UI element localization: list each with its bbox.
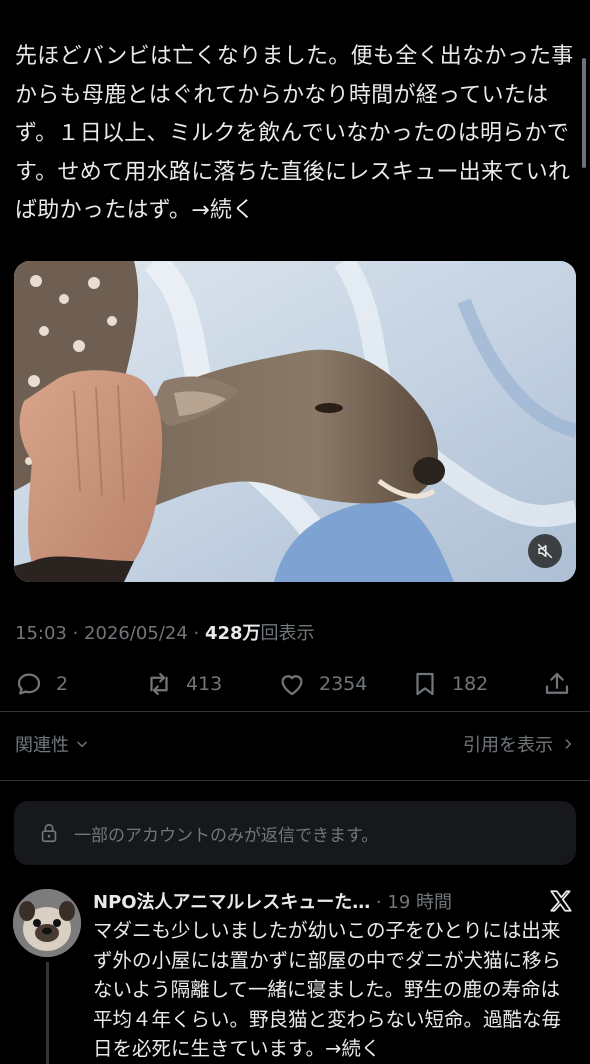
reply-sort-row: 関連性 引用を表示: [15, 731, 575, 757]
fawn-photo: [14, 261, 576, 582]
view-count-suffix: 回表示: [260, 623, 315, 644]
like-button[interactable]: 2354: [277, 664, 367, 704]
like-count: 2354: [319, 673, 368, 695]
repost-icon: [150, 672, 168, 696]
post-detail-screen: 先ほどバンビは亡くなりました。便も全く出なかった事からも母鹿とはぐれてからかなり…: [0, 0, 590, 1064]
like-icon: [281, 675, 303, 696]
reply-button[interactable]: 2: [14, 664, 68, 704]
reply-restriction-text: 一部のアカウントのみが返信できます。: [74, 825, 379, 846]
post-video[interactable]: [14, 261, 576, 582]
mute-icon: [537, 543, 553, 559]
post-text: 先ほどバンビは亡くなりました。便も全く出なかった事からも母鹿とはぐれてからかなり…: [15, 44, 574, 223]
reply-header: NPO法人アニマルレスキューた… · 19 時間: [93, 888, 452, 914]
chevron-right-icon: [565, 739, 572, 749]
lock-icon: [41, 823, 57, 843]
reply-count: 2: [56, 673, 69, 695]
sort-dropdown[interactable]: 関連性: [15, 731, 89, 757]
reply-restriction-notice: 一部のアカウントのみが返信できます。: [14, 801, 576, 865]
bookmark-button[interactable]: 182: [410, 664, 488, 704]
view-count: 428万: [204, 623, 261, 644]
sort-label: 関連性: [15, 735, 69, 756]
reply-text: マダニも少しいましたが幼いこの子をひとりには出来ず外の小屋には置かずに部屋の中で…: [93, 919, 562, 1060]
x-logo: [550, 890, 572, 912]
share-button[interactable]: [542, 664, 572, 704]
avatar[interactable]: [13, 889, 81, 957]
repost-count: 413: [186, 673, 223, 695]
reply-author-name[interactable]: NPO法人アニマルレスキューた…: [93, 892, 370, 913]
divider: [0, 711, 590, 712]
post-meta: 15:03 · 2026/05/24 · 428万回表示: [15, 619, 315, 645]
dog-avatar-image: [13, 889, 81, 957]
bookmark-icon: [416, 672, 434, 696]
chevron-down-icon: [77, 741, 87, 748]
thread-line: [46, 962, 49, 1064]
mute-button[interactable]: [528, 534, 562, 568]
post-timestamp[interactable]: 15:03 · 2026/05/24 ·: [15, 623, 205, 644]
divider: [0, 780, 590, 781]
reply-item[interactable]: NPO法人アニマルレスキューた… · 19 時間 マダニも少しいましたが幼いこの…: [0, 880, 590, 1064]
view-quotes-label: 引用を表示: [463, 735, 553, 756]
reply-time[interactable]: · 19 時間: [370, 892, 452, 913]
repost-button[interactable]: 413: [144, 664, 222, 704]
bookmark-count: 182: [452, 673, 489, 695]
share-icon: [545, 672, 569, 694]
reply-icon: [17, 673, 41, 695]
action-bar: 2 413 2354 182: [0, 664, 590, 704]
view-quotes-link[interactable]: 引用を表示: [463, 731, 575, 757]
scrollbar[interactable]: [582, 58, 586, 168]
